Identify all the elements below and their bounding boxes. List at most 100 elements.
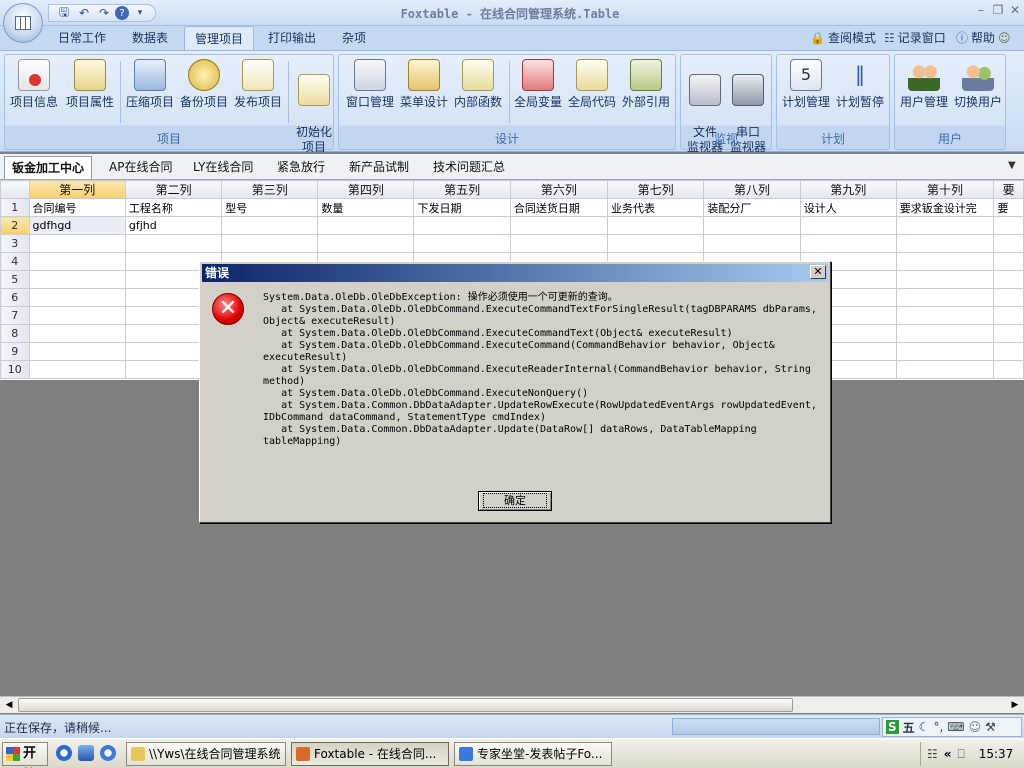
grid-cell[interactable] — [993, 288, 1024, 307]
tab-data-table[interactable]: 数据表 — [122, 26, 178, 50]
tab-print-output[interactable]: 打印输出 — [258, 26, 326, 50]
grid-cell[interactable] — [799, 234, 897, 253]
project-info-button[interactable]: 项目信息 — [7, 57, 61, 133]
grid-cell[interactable]: 要 — [993, 198, 1024, 217]
row-header[interactable]: 10 — [0, 360, 30, 379]
grid-cell[interactable] — [895, 234, 995, 253]
grid-cell[interactable] — [895, 360, 995, 379]
grid-cell[interactable] — [317, 234, 415, 253]
doc-tab-ly-contract[interactable]: LY在线合同 — [186, 156, 260, 179]
grid-cell[interactable] — [28, 306, 126, 325]
backup-project-button[interactable]: 备份项目 — [177, 57, 231, 133]
grid-cell[interactable] — [895, 288, 995, 307]
app-menu-button[interactable] — [3, 3, 43, 43]
internal-func-button[interactable]: 内部函数 — [451, 57, 505, 133]
taskbar-item-foxtable[interactable]: Foxtable - 在线合同... — [291, 742, 449, 766]
grid-cell[interactable] — [895, 324, 995, 343]
browser-icon[interactable] — [100, 745, 116, 761]
grid-cell[interactable] — [895, 342, 995, 361]
grid-cell[interactable] — [993, 360, 1024, 379]
serial-monitor-button[interactable]: 串口 监视器 — [721, 57, 775, 154]
grid-cell[interactable] — [703, 234, 801, 253]
grid-cell[interactable] — [895, 270, 995, 289]
column-header[interactable]: 第四列 — [317, 180, 415, 199]
column-header[interactable]: 第九列 — [799, 180, 897, 199]
tray-expand-icon[interactable]: « — [944, 747, 952, 761]
doc-tab-sheet-metal[interactable]: 钣金加工中心 — [4, 156, 93, 179]
minimize-icon[interactable]: – — [972, 3, 990, 19]
ime-mode-label[interactable]: 五 — [903, 719, 915, 736]
grid-cell[interactable] — [317, 216, 415, 235]
external-ref-button[interactable]: 外部引用 — [619, 57, 673, 133]
horizontal-scrollbar[interactable]: ◀ ▶ — [0, 696, 1024, 713]
grid-cell[interactable]: 合同送货日期 — [509, 198, 608, 217]
dialog-close-button[interactable]: ✕ — [810, 265, 826, 279]
view-mode-link[interactable]: 🔒 查阅模式 — [810, 29, 876, 47]
clock[interactable]: 15:37 — [979, 747, 1014, 761]
project-props-button[interactable]: 项目属性 — [63, 57, 117, 133]
grid-cell[interactable] — [606, 234, 705, 253]
column-header[interactable]: 第七列 — [606, 180, 705, 199]
start-button[interactable]: 开始 — [2, 742, 48, 766]
grid-cell[interactable] — [993, 342, 1024, 361]
network-icon[interactable]: ⎕ — [958, 747, 965, 762]
grid-cell[interactable] — [28, 360, 126, 379]
grid-cell[interactable]: 工程名称 — [124, 198, 223, 217]
menu-design-button[interactable]: 菜单设计 — [397, 57, 451, 133]
row-header[interactable]: 4 — [0, 252, 30, 271]
compress-project-button[interactable]: 压缩项目 — [123, 57, 177, 133]
grid-cell[interactable]: 下发日期 — [413, 198, 511, 217]
row-header[interactable]: 7 — [0, 306, 30, 325]
global-code-button[interactable]: 全局代码 — [565, 57, 619, 133]
row-header[interactable]: 8 — [0, 324, 30, 343]
grid-cell[interactable] — [799, 216, 897, 235]
log-window-link[interactable]: ☷ 记录窗口 — [884, 29, 946, 47]
help-link[interactable]: ⓘ 帮助 ☺ — [956, 29, 1011, 47]
grid-cell[interactable] — [221, 234, 319, 253]
doc-tab-tech-issues[interactable]: 技术问题汇总 — [426, 156, 512, 179]
grid-cell[interactable] — [28, 288, 126, 307]
grid-cell[interactable] — [28, 342, 126, 361]
window-manage-button[interactable]: 窗口管理 — [343, 57, 397, 133]
grid-cell[interactable] — [895, 306, 995, 325]
init-project-button[interactable]: 初始化 项目 — [287, 57, 341, 154]
punctuation-icon[interactable]: °, — [933, 720, 943, 734]
ok-button[interactable]: 确定 — [478, 491, 552, 511]
user-icon[interactable]: ☺ — [969, 720, 982, 734]
switch-user-button[interactable]: 切换用户 — [951, 57, 1005, 133]
grid-cell[interactable] — [509, 234, 608, 253]
help-icon[interactable]: ? — [115, 6, 129, 20]
grid-cell[interactable] — [993, 324, 1024, 343]
tabs-overflow-icon[interactable]: ▼ — [1008, 160, 1016, 171]
doc-tab-urgent-release[interactable]: 紧急放行 — [270, 156, 332, 179]
grid-cell[interactable] — [993, 216, 1024, 235]
grid-cell[interactable] — [124, 234, 223, 253]
doc-tab-ap-contract[interactable]: AP在线合同 — [102, 156, 179, 179]
grid-cell[interactable] — [509, 216, 608, 235]
grid-cell[interactable] — [895, 252, 995, 271]
grid-cell[interactable] — [413, 234, 511, 253]
media-icon[interactable] — [78, 745, 94, 761]
grid-cell[interactable]: 装配分厂 — [703, 198, 801, 217]
grid-cell[interactable] — [413, 216, 511, 235]
grid-cell[interactable]: 业务代表 — [606, 198, 705, 217]
row-header[interactable]: 9 — [0, 342, 30, 361]
row-header[interactable]: 6 — [0, 288, 30, 307]
row-header[interactable]: 2 — [0, 216, 30, 235]
ie-icon[interactable] — [56, 745, 72, 761]
close-icon[interactable]: ✕ — [1006, 3, 1024, 19]
grid-cell[interactable]: 型号 — [221, 198, 319, 217]
ime-logo-icon[interactable]: S — [886, 720, 899, 734]
publish-project-button[interactable]: 发布项目 — [231, 57, 285, 133]
schedule-pause-button[interactable]: ‖ 计划暂停 — [833, 57, 887, 133]
row-header[interactable]: 5 — [0, 270, 30, 289]
grid-cell[interactable]: 合同编号 — [28, 198, 126, 217]
grid-cell[interactable] — [28, 234, 126, 253]
column-header[interactable]: 第二列 — [124, 180, 223, 199]
grid-cell[interactable] — [28, 324, 126, 343]
scroll-thumb[interactable] — [18, 698, 793, 712]
calculator-icon[interactable]: ☷ — [927, 747, 938, 761]
column-header[interactable]: 第六列 — [509, 180, 608, 199]
dialog-title-bar[interactable]: 错误 ✕ — [202, 264, 828, 282]
grid-cell[interactable] — [993, 252, 1024, 271]
